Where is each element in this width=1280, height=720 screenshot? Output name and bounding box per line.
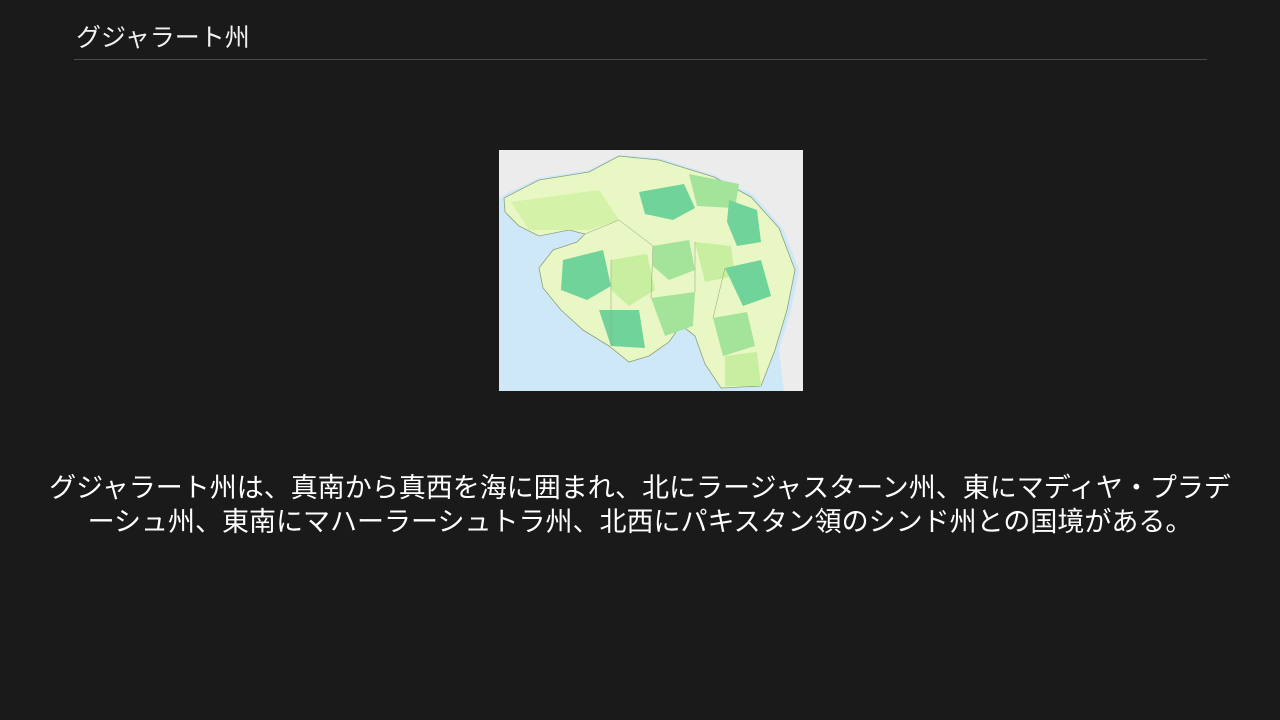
title-divider [74, 59, 1207, 60]
gujarat-district-map [499, 150, 803, 391]
slide-caption: グジャラート州は、真南から真西を海に囲まれ、北にラージャスターン州、東にマディヤ… [49, 473, 1231, 538]
slide-title: グジャラート州 [76, 23, 250, 52]
map-canvas [499, 150, 803, 391]
district-valsad [725, 352, 761, 386]
